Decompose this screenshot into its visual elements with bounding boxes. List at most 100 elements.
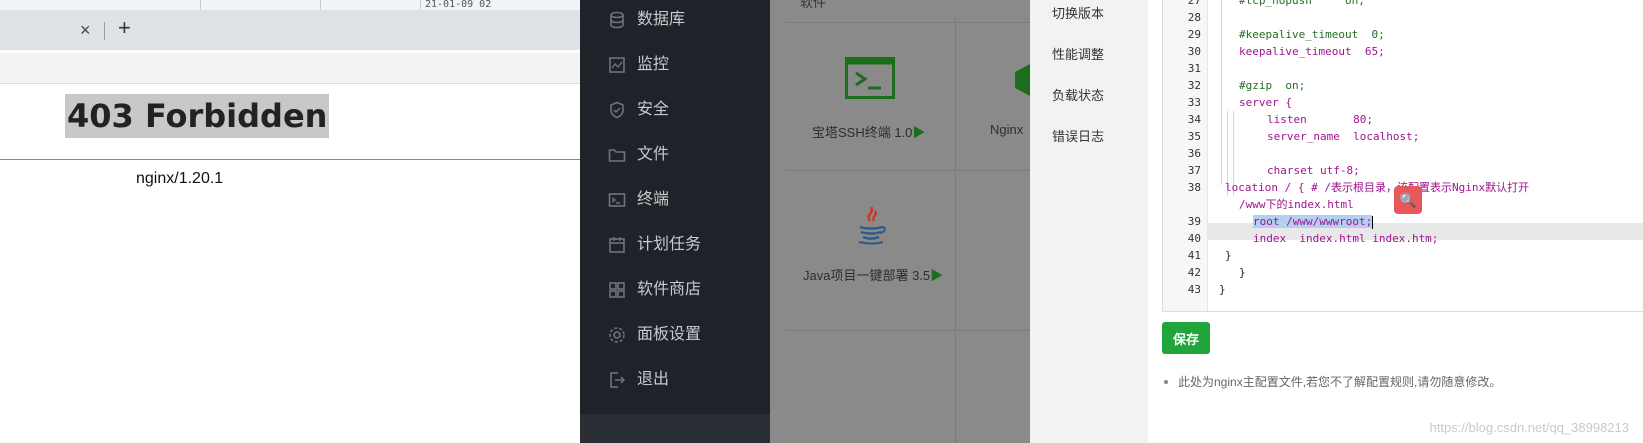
line-number: 41 bbox=[1187, 249, 1201, 262]
browser-tab-bar: × + bbox=[0, 10, 580, 50]
folder-icon bbox=[608, 146, 626, 164]
code-line: /www下的index.html bbox=[1239, 198, 1354, 211]
code-line: #gzip on; bbox=[1239, 79, 1306, 92]
sidebar-item-label: 面板设置 bbox=[637, 326, 702, 343]
line-number: 29 bbox=[1187, 28, 1201, 41]
sidebar-item-monitor[interactable]: 监控 bbox=[580, 45, 770, 85]
sidebar-item-label: 文件 bbox=[637, 146, 670, 163]
line-number bbox=[1163, 196, 1201, 213]
shield-icon bbox=[608, 101, 626, 119]
line-number: 34 bbox=[1187, 113, 1201, 126]
database-icon bbox=[608, 11, 626, 29]
code-editor[interactable]: 27 28 29 30 31 32 33 34 35 36 37 38 39 4… bbox=[1162, 0, 1643, 312]
text-caret bbox=[1372, 215, 1374, 229]
code-line: location / { # /表示根目录，该配置表示Nginx默认打开 bbox=[1225, 181, 1530, 194]
divider bbox=[0, 159, 580, 160]
browser-window: 21-01-09 02 × + 403 Forbidden nginx/1.20… bbox=[0, 0, 581, 443]
line-number: 39 bbox=[1187, 215, 1201, 228]
line-number: 27 bbox=[1187, 0, 1201, 7]
sidebar-item-label: 终端 bbox=[637, 191, 670, 208]
search-icon[interactable]: 🔍 bbox=[1394, 186, 1422, 214]
menu-item-error-log[interactable]: 错误日志 bbox=[1052, 126, 1104, 145]
store-card-label[interactable]: Nginx bbox=[990, 122, 1030, 137]
config-modal-menu: 切换版本 性能调整 负载状态 错误日志 bbox=[1030, 0, 1148, 443]
sidebar-item-settings[interactable]: 面板设置 bbox=[580, 315, 770, 355]
line-number: 31 bbox=[1187, 62, 1201, 75]
java-icon[interactable] bbox=[854, 205, 888, 250]
tab-separator bbox=[104, 22, 105, 40]
gear-icon bbox=[608, 326, 626, 344]
code-line-active: root /www/wwwroot; bbox=[1253, 215, 1374, 229]
line-number: 35 bbox=[1187, 130, 1201, 143]
terminal-icon bbox=[608, 191, 626, 209]
sidebar-item-label: 退出 bbox=[637, 371, 670, 388]
play-icon: ▶ bbox=[930, 268, 944, 283]
code-line: index index.html index.htm; bbox=[1253, 232, 1439, 245]
server-signature: nginx/1.20.1 bbox=[136, 170, 224, 187]
tab-close-icon[interactable]: × bbox=[80, 21, 91, 39]
line-number: 33 bbox=[1187, 96, 1201, 109]
store-card-label[interactable]: 宝塔SSH终端 1.0▶ bbox=[812, 122, 925, 141]
play-icon: ▶ bbox=[912, 125, 926, 140]
sidebar-item-files[interactable]: 文件 bbox=[580, 135, 770, 175]
page-title: 403 Forbidden bbox=[65, 94, 330, 138]
config-modal-main: 27 28 29 30 31 32 33 34 35 36 37 38 39 4… bbox=[1148, 0, 1643, 443]
grid-line bbox=[785, 22, 1030, 23]
sidebar-item-logout[interactable]: 退出 bbox=[580, 360, 770, 400]
grid-line bbox=[785, 330, 1030, 331]
store-header: 软件 bbox=[800, 0, 827, 10]
nginx-icon[interactable] bbox=[1015, 64, 1030, 101]
line-number: 40 bbox=[1187, 232, 1201, 245]
logout-icon bbox=[608, 371, 626, 389]
sidebar-item-label: 监控 bbox=[637, 56, 670, 73]
store-card-label[interactable]: Java项目一键部署 3.5▶ bbox=[803, 265, 943, 284]
watermark: https://blog.csdn.net/qq_38998213 bbox=[1429, 420, 1630, 435]
code-line: #keepalive_timeout 0; bbox=[1239, 28, 1385, 41]
sidebar-item-label: 计划任务 bbox=[637, 236, 702, 253]
config-note: 此处为nginx主配置文件,若您不了解配置规则,请勿随意修改。 bbox=[1162, 373, 1501, 390]
calendar-icon bbox=[608, 236, 626, 254]
grid-icon bbox=[608, 281, 626, 299]
sidebar-item-label: 数据库 bbox=[637, 11, 686, 28]
code-line: } bbox=[1239, 266, 1246, 279]
panel-sidebar: 数据库 监控 安全 文件 终端 计划任务 软件商店 面板设置 退出 bbox=[580, 0, 770, 443]
line-number: 38 bbox=[1187, 181, 1201, 194]
line-number: 28 bbox=[1187, 11, 1201, 24]
sidebar-item-label: 软件商店 bbox=[637, 281, 702, 298]
menu-item-performance[interactable]: 性能调整 bbox=[1052, 44, 1104, 63]
line-number: 42 bbox=[1187, 266, 1201, 279]
monitor-icon bbox=[608, 56, 626, 74]
new-tab-icon[interactable]: + bbox=[118, 17, 131, 39]
ssh-terminal-icon[interactable] bbox=[845, 57, 895, 104]
menu-item-switch-version[interactable]: 切换版本 bbox=[1052, 3, 1104, 22]
sidebar-item-terminal[interactable]: 终端 bbox=[580, 180, 770, 220]
sidebar-item-security[interactable]: 安全 bbox=[580, 90, 770, 130]
line-number: 30 bbox=[1187, 45, 1201, 58]
sidebar-footer bbox=[580, 414, 770, 443]
code-line: charset utf-8; bbox=[1267, 164, 1360, 177]
background-window-text: 21-01-09 02 bbox=[425, 0, 492, 10]
code-line: keepalive_timeout 65; bbox=[1239, 45, 1385, 58]
code-line: server_name localhost; bbox=[1267, 130, 1420, 143]
sidebar-item-database[interactable]: 数据库 bbox=[580, 0, 770, 40]
indent-guide bbox=[1221, 0, 1222, 185]
line-number: 43 bbox=[1187, 283, 1201, 296]
software-store-panel: 软件 宝塔SSH终端 1.0▶ Nginx Java项目一键部署 3.5▶ bbox=[770, 0, 1030, 443]
code-line: listen 80; bbox=[1267, 113, 1373, 126]
grid-line bbox=[955, 15, 956, 443]
address-bar[interactable] bbox=[0, 53, 580, 84]
code-line: } bbox=[1225, 249, 1232, 262]
sidebar-item-label: 安全 bbox=[637, 101, 670, 118]
line-number: 37 bbox=[1187, 164, 1201, 177]
code-line: #tcp_nopush on; bbox=[1239, 0, 1365, 7]
bullet-icon bbox=[1164, 380, 1168, 384]
menu-item-load-status[interactable]: 负载状态 bbox=[1052, 85, 1104, 104]
save-button[interactable]: 保存 bbox=[1162, 322, 1210, 354]
line-number: 32 bbox=[1187, 79, 1201, 92]
sidebar-item-cron[interactable]: 计划任务 bbox=[580, 225, 770, 265]
grid-line bbox=[785, 170, 1030, 171]
code-line: server { bbox=[1239, 96, 1292, 109]
line-number: 36 bbox=[1187, 147, 1201, 160]
code-line: } bbox=[1219, 283, 1226, 296]
sidebar-item-store[interactable]: 软件商店 bbox=[580, 270, 770, 310]
